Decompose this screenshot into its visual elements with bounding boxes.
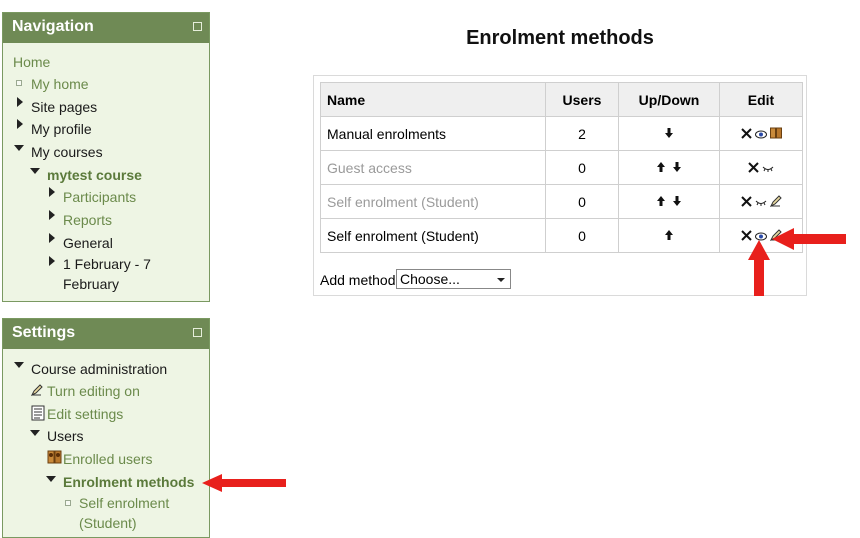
- annotation-arrow-left-icon: [772, 228, 846, 250]
- settings-enrolment-methods[interactable]: Enrolment methods: [63, 473, 194, 491]
- users-icon: [47, 450, 62, 464]
- annotation-arrow-left-icon: [202, 474, 286, 492]
- nav-site-pages[interactable]: Site pages: [31, 98, 97, 116]
- method-name: Manual enrolments: [320, 116, 546, 151]
- header-edit: Edit: [719, 82, 803, 117]
- hide-block-icon[interactable]: [193, 328, 202, 337]
- settings-header: Settings: [3, 319, 209, 349]
- move-up-icon[interactable]: [656, 160, 666, 176]
- enrol-users-icon[interactable]: [769, 126, 782, 142]
- method-users: 0: [545, 184, 619, 219]
- page-title: Enrolment methods: [466, 27, 654, 49]
- collapse-down-icon[interactable]: [30, 168, 40, 174]
- collapse-down-icon[interactable]: [30, 430, 40, 436]
- navigation-header: Navigation: [3, 13, 209, 43]
- edit-cell: [719, 184, 803, 219]
- pencil-icon: [31, 384, 43, 396]
- table-row: Guest access 0: [320, 150, 803, 185]
- settings-block: Settings Course administration Turn edit…: [2, 318, 210, 538]
- nav-participants[interactable]: Participants: [63, 188, 136, 206]
- collapse-down-icon[interactable]: [14, 145, 24, 151]
- eye-closed-icon[interactable]: [762, 160, 774, 176]
- document-icon: [31, 405, 45, 421]
- delete-icon[interactable]: [748, 160, 759, 176]
- enrolment-methods-box: Name Users Up/Down Edit Manual enrolment…: [313, 75, 807, 296]
- nav-reports[interactable]: Reports: [63, 211, 112, 229]
- nav-my-home[interactable]: My home: [31, 75, 89, 93]
- table-header-row: Name Users Up/Down Edit: [320, 82, 803, 117]
- delete-icon[interactable]: [740, 126, 752, 142]
- edit-cell: [719, 116, 803, 151]
- add-method-label: Add method: [320, 272, 396, 288]
- add-method-select[interactable]: Choose...: [396, 269, 511, 289]
- top-edge-crop: [0, 0, 240, 3]
- nav-my-courses[interactable]: My courses: [31, 143, 103, 161]
- table-row: Self enrolment (Student) 0: [320, 218, 803, 253]
- settings-course-admin[interactable]: Course administration: [31, 360, 167, 378]
- edit-pencil-icon[interactable]: [769, 194, 782, 210]
- settings-enrolled-users[interactable]: Enrolled users: [63, 450, 153, 468]
- bullet-icon: [16, 80, 22, 86]
- nav-course[interactable]: mytest course: [47, 166, 142, 184]
- move-down-icon[interactable]: [664, 126, 674, 142]
- eye-closed-icon[interactable]: [755, 194, 767, 210]
- nav-my-profile[interactable]: My profile: [31, 120, 92, 138]
- collapse-down-icon[interactable]: [14, 362, 24, 368]
- nav-general[interactable]: General: [63, 234, 113, 252]
- eye-icon[interactable]: [754, 126, 767, 142]
- nav-week[interactable]: 1 February - 7 February: [63, 254, 183, 294]
- dropdown-caret-icon: [497, 278, 505, 282]
- expand-right-icon[interactable]: [17, 97, 23, 107]
- nav-home[interactable]: Home: [13, 53, 50, 71]
- updown-cell: [618, 116, 720, 151]
- move-down-icon[interactable]: [672, 160, 682, 176]
- method-name: Self enrolment (Student): [320, 184, 546, 219]
- settings-turn-editing-on[interactable]: Turn editing on: [47, 382, 140, 400]
- settings-title: Settings: [12, 324, 76, 341]
- navigation-title: Navigation: [12, 18, 94, 35]
- header-name: Name: [320, 82, 546, 117]
- settings-users[interactable]: Users: [47, 427, 84, 445]
- move-up-icon[interactable]: [664, 228, 674, 244]
- collapse-down-icon[interactable]: [46, 476, 56, 482]
- expand-right-icon[interactable]: [49, 233, 55, 243]
- bullet-icon: [65, 500, 71, 506]
- updown-cell: [618, 218, 720, 253]
- updown-cell: [618, 150, 720, 185]
- method-users: 0: [545, 218, 619, 253]
- header-updown: Up/Down: [618, 82, 720, 117]
- expand-right-icon[interactable]: [49, 187, 55, 197]
- method-users: 0: [545, 150, 619, 185]
- expand-right-icon[interactable]: [49, 210, 55, 220]
- annotation-arrow-up-icon: [748, 240, 770, 296]
- add-method-selected: Choose...: [400, 271, 460, 287]
- navigation-block: Navigation Home My home Site pages My pr…: [2, 12, 210, 302]
- table-row: Manual enrolments 2: [320, 116, 803, 151]
- enrolment-methods-table: Name Users Up/Down Edit Manual enrolment…: [320, 82, 803, 253]
- expand-right-icon[interactable]: [17, 119, 23, 129]
- method-name: Guest access: [320, 150, 546, 185]
- delete-icon[interactable]: [740, 194, 752, 210]
- method-name: Self enrolment (Student): [320, 218, 546, 253]
- edit-cell: [719, 150, 803, 185]
- table-row: Self enrolment (Student) 0: [320, 184, 803, 219]
- settings-self-enrolment[interactable]: Self enrolment (Student): [79, 493, 189, 533]
- method-users: 2: [545, 116, 619, 151]
- expand-right-icon[interactable]: [49, 256, 55, 266]
- hide-block-icon[interactable]: [193, 22, 202, 31]
- settings-edit-settings[interactable]: Edit settings: [47, 405, 123, 423]
- move-up-icon[interactable]: [656, 194, 666, 210]
- updown-cell: [618, 184, 720, 219]
- move-down-icon[interactable]: [672, 194, 682, 210]
- header-users: Users: [545, 82, 619, 117]
